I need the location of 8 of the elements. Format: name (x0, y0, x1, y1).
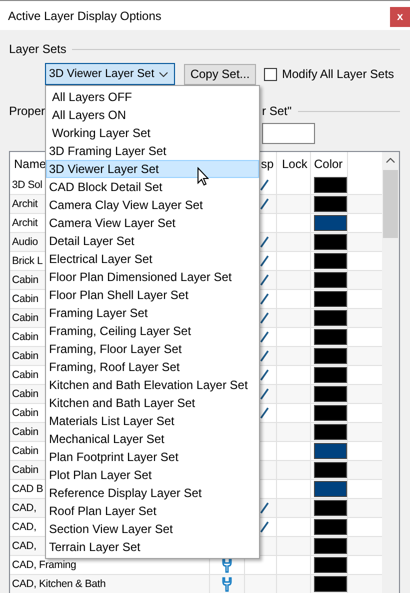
group-label: Layer Sets (9, 42, 66, 56)
window-title: Active Layer Display Options (8, 8, 162, 22)
column-header: Lock (277, 152, 311, 176)
table-cell: CAD, Kitchen & Bath (10, 575, 210, 593)
checkbox-label: Modify All Layer Sets (282, 67, 394, 81)
group-label: Proper (9, 104, 46, 118)
column-header: Color (311, 152, 348, 176)
group-label: r Set" (262, 104, 292, 118)
